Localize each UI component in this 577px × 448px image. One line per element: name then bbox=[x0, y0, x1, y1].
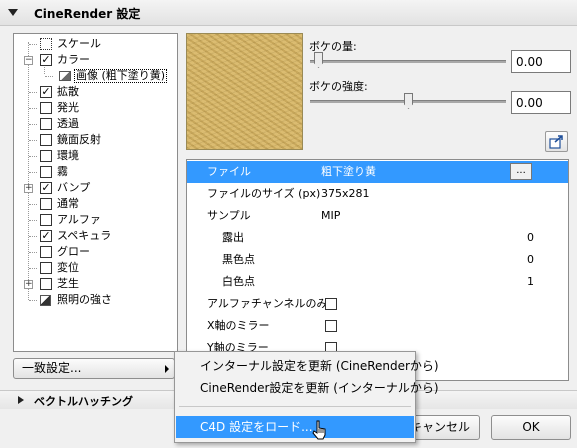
tree-item-environment[interactable]: 環境 bbox=[14, 148, 177, 164]
property-row-black-point[interactable]: 黒色点 0 bbox=[187, 249, 568, 271]
tree-item-image[interactable]: 画像 (粗下塗り黄) bbox=[14, 68, 177, 84]
property-row-file-size[interactable]: ファイルのサイズ (px) 375x281 bbox=[187, 183, 568, 205]
image-icon bbox=[59, 71, 71, 81]
tree-item-displacement[interactable]: 変位 bbox=[14, 260, 177, 276]
illumination-icon bbox=[40, 295, 51, 306]
collapse-toggle-icon[interactable]: − bbox=[24, 56, 33, 65]
expand-toggle-icon[interactable]: + bbox=[24, 184, 33, 193]
normal-checkbox[interactable] bbox=[40, 198, 52, 210]
fog-checkbox[interactable] bbox=[40, 166, 52, 178]
section-title: CineRender 設定 bbox=[34, 7, 141, 21]
menu-item-update-cinerender[interactable]: CineRender設定を更新 (インターナルから) bbox=[176, 377, 439, 399]
diffuse-checkbox[interactable]: ✓ bbox=[40, 86, 52, 98]
tree-item-color[interactable]: − ✓ カラー bbox=[14, 52, 177, 68]
texture-preview bbox=[186, 33, 303, 150]
bokeh-amount-slider-thumb[interactable] bbox=[314, 52, 323, 68]
expand-toggle-icon[interactable]: + bbox=[24, 280, 33, 289]
property-row-sample[interactable]: サンプル MIP bbox=[187, 205, 568, 227]
ok-button[interactable]: OK bbox=[491, 415, 571, 440]
submenu-arrow-icon bbox=[165, 365, 169, 373]
alpha-only-checkbox[interactable] bbox=[325, 298, 337, 310]
match-settings-button[interactable]: 一致設定... bbox=[13, 358, 175, 379]
property-row-file[interactable]: ファイル 粗下塗り黄 ... bbox=[187, 161, 568, 183]
property-row-exposure[interactable]: 露出 0 bbox=[187, 227, 568, 249]
bokeh-amount-label: ボケの量: bbox=[309, 40, 357, 53]
luminance-checkbox[interactable] bbox=[40, 102, 52, 114]
property-row-white-point[interactable]: 白色点 1 bbox=[187, 271, 568, 293]
tree-item-grass[interactable]: + 芝生 bbox=[14, 276, 177, 292]
tree-item-normal[interactable]: 通常 bbox=[14, 196, 177, 212]
menu-item-load-c4d[interactable]: C4D 設定をロード... bbox=[176, 416, 414, 438]
property-row-mirror-x[interactable]: X軸のミラー bbox=[187, 315, 568, 337]
bokeh-amount-input[interactable]: 0.00 bbox=[511, 50, 571, 73]
tree-item-bump[interactable]: + ✓ バンプ bbox=[14, 180, 177, 196]
export-icon bbox=[549, 135, 563, 149]
collapse-triangle-icon[interactable] bbox=[8, 9, 18, 16]
menu-separator bbox=[179, 406, 411, 407]
tree-item-diffuse[interactable]: ✓ 拡散 bbox=[14, 84, 177, 100]
expand-triangle-icon[interactable] bbox=[18, 396, 24, 404]
alpha-checkbox[interactable] bbox=[40, 214, 52, 226]
browse-file-button[interactable]: ... bbox=[510, 163, 532, 180]
displacement-checkbox[interactable] bbox=[40, 262, 52, 274]
grass-checkbox[interactable] bbox=[40, 278, 52, 290]
glow-checkbox[interactable] bbox=[40, 246, 52, 258]
bokeh-strength-label: ボケの強度: bbox=[309, 80, 368, 93]
scale-icon bbox=[40, 38, 52, 50]
specular-checkbox[interactable]: ✓ bbox=[40, 230, 52, 242]
tree-item-scale[interactable]: スケール bbox=[14, 36, 177, 52]
tree-item-reflection[interactable]: 鏡面反射 bbox=[14, 132, 177, 148]
color-checkbox[interactable]: ✓ bbox=[40, 54, 52, 66]
tree-item-specular[interactable]: ✓ スペキュラ bbox=[14, 228, 177, 244]
menu-item-update-internal[interactable]: インターナル設定を更新 (CineRenderから) bbox=[176, 355, 439, 377]
tree-item-glow[interactable]: グロー bbox=[14, 244, 177, 260]
cinerender-settings-header[interactable]: CineRender 設定 bbox=[0, 0, 577, 26]
transparency-checkbox[interactable] bbox=[40, 118, 52, 130]
environment-checkbox[interactable] bbox=[40, 150, 52, 162]
match-settings-menu[interactable]: インターナル設定を更新 (CineRenderから) CineRender設定を… bbox=[174, 351, 439, 443]
property-table[interactable]: ファイル 粗下塗り黄 ... ファイルのサイズ (px) 375x281 サンプ… bbox=[186, 159, 569, 381]
channel-tree[interactable]: スケール − ✓ カラー 画像 (粗下塗り黄) ✓ 拡散 発光 透過 鏡面反射 … bbox=[13, 33, 178, 352]
reflection-checkbox[interactable] bbox=[40, 134, 52, 146]
bump-checkbox[interactable]: ✓ bbox=[40, 182, 52, 194]
bokeh-amount-slider-track[interactable] bbox=[310, 60, 506, 63]
tree-item-illumination[interactable]: 照明の強さ bbox=[14, 292, 177, 308]
bokeh-strength-slider-thumb[interactable] bbox=[404, 93, 413, 109]
tree-item-fog[interactable]: 霧 bbox=[14, 164, 177, 180]
tree-item-transparency[interactable]: 透過 bbox=[14, 116, 177, 132]
mirror-x-checkbox[interactable] bbox=[325, 320, 337, 332]
tree-item-alpha[interactable]: アルファ bbox=[14, 212, 177, 228]
property-row-alpha-only[interactable]: アルファチャンネルのみ bbox=[187, 293, 568, 315]
mouse-cursor-icon bbox=[312, 420, 326, 440]
tree-item-luminance[interactable]: 発光 bbox=[14, 100, 177, 116]
bokeh-strength-input[interactable]: 0.00 bbox=[511, 91, 571, 114]
export-settings-button[interactable] bbox=[545, 131, 568, 152]
